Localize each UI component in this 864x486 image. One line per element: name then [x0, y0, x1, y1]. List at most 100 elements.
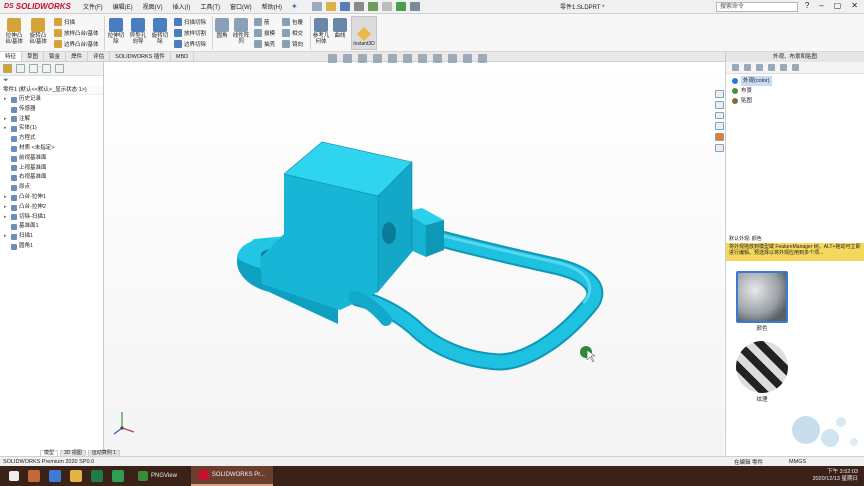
save-icon[interactable] — [339, 2, 350, 11]
tree-item[interactable]: ▸ 历史记录 — [0, 95, 103, 105]
expand-toggle-icon[interactable]: ▸ — [4, 193, 9, 203]
tree-root[interactable]: 零件1 (默认<<默认>_显示状态 1>) — [0, 86, 103, 95]
appearance-tree-item[interactable]: 布景 — [726, 86, 864, 96]
tree-item[interactable]: ▸ 凸台-拉伸2 — [0, 203, 103, 213]
tree-item[interactable]: ▸ 扫描1 — [0, 232, 103, 242]
file-explorer-tab-icon[interactable] — [714, 111, 724, 120]
tree-item[interactable]: ▸ 切除-扫描1 — [0, 213, 103, 223]
new-icon[interactable] — [311, 2, 322, 11]
open-icon[interactable] — [325, 2, 336, 11]
hide-show-items-icon[interactable] — [433, 54, 442, 63]
file-explorer-icon[interactable] — [70, 470, 82, 482]
select-icon[interactable] — [381, 2, 392, 11]
mirror-button[interactable]: 镜向 — [282, 40, 303, 48]
print-icon[interactable] — [353, 2, 364, 11]
search-commands-input[interactable]: 搜索命令 — [716, 2, 798, 12]
system-clock[interactable]: 下午 3:52:03 2020/12/13 星期日 — [812, 469, 858, 483]
minimize-icon[interactable]: – — [819, 1, 823, 10]
hole-wizard-button[interactable]: 异型孔向导 — [128, 18, 148, 45]
excel-icon[interactable] — [91, 470, 103, 482]
tab-features[interactable]: 特征 — [0, 52, 23, 61]
shell-button[interactable]: 抽壳 — [254, 40, 275, 48]
menu-window[interactable]: 窗口(W) — [227, 2, 255, 11]
reference-geometry-button[interactable]: 参考几何体 — [312, 18, 330, 45]
tree-item[interactable]: 传感器 — [0, 105, 103, 115]
edge-icon[interactable] — [49, 470, 61, 482]
search-icon[interactable] — [28, 470, 40, 482]
wrap-button[interactable]: 包覆 — [282, 18, 303, 26]
tab-addins[interactable]: SOLIDWORKS 插件 — [110, 52, 171, 61]
close-icon[interactable]: ✕ — [851, 1, 858, 10]
tree-item[interactable]: 基准面1 — [0, 222, 103, 232]
menu-help[interactable]: 帮助(H) — [259, 2, 285, 11]
tree-item[interactable]: ▸ 注解 — [0, 115, 103, 125]
view-mode-icon[interactable] — [792, 64, 799, 71]
dimxpert-tab-icon[interactable] — [42, 64, 51, 73]
view-settings-icon[interactable] — [478, 54, 487, 63]
add-folder-icon[interactable] — [780, 64, 787, 71]
draft-button[interactable]: 拔模 — [254, 29, 275, 37]
curves-button[interactable]: 曲线 — [332, 18, 348, 39]
dynamic-annotation-icon[interactable] — [388, 54, 397, 63]
fillet-button[interactable]: 圆角 — [214, 18, 230, 39]
texture-swatch[interactable] — [736, 341, 788, 393]
taskbar-app-solidworks[interactable]: SOLIDWORKS Pr... — [190, 466, 273, 486]
forward-icon[interactable] — [744, 64, 751, 71]
tree-item[interactable]: ▸ 实体(1) — [0, 124, 103, 134]
previous-view-icon[interactable] — [358, 54, 367, 63]
instant3d-button[interactable]: Instant3D — [351, 16, 377, 50]
swept-cut-button[interactable]: 扫描切除 — [174, 18, 206, 26]
tree-item[interactable]: 圆角1 — [0, 242, 103, 252]
expand-toggle-icon[interactable]: ▸ — [4, 115, 9, 125]
loft-button[interactable]: 放样凸台/基体 — [54, 29, 99, 37]
taskbar-app-pngview[interactable]: PNGView — [130, 466, 185, 486]
units-selector[interactable]: MMGS — [789, 459, 806, 465]
tree-item[interactable]: 材质 <未指定> — [0, 144, 103, 154]
options-icon[interactable] — [409, 2, 420, 11]
expand-toggle-icon[interactable]: ▸ — [4, 213, 9, 223]
tab-sheet-metal[interactable]: 钣金 — [44, 52, 67, 61]
part-model[interactable] — [104, 62, 724, 456]
sweep-button[interactable]: 扫描 — [54, 18, 75, 26]
menu-file[interactable]: 文件(F) — [80, 2, 106, 11]
windows-start-icon[interactable] — [9, 471, 19, 481]
menu-insert[interactable]: 插入(I) — [170, 2, 194, 11]
expand-toggle-icon[interactable]: ▸ — [4, 95, 9, 105]
linear-pattern-button[interactable]: 线性阵列 — [232, 18, 250, 45]
home-icon[interactable] — [756, 64, 763, 71]
view-orientation-icon[interactable] — [403, 54, 412, 63]
tree-item[interactable]: 原点 — [0, 183, 103, 193]
zoom-to-fit-icon[interactable] — [328, 54, 337, 63]
configuration-manager-tab-icon[interactable] — [29, 64, 38, 73]
appearance-tree-item[interactable]: 外观(color) — [726, 76, 864, 86]
custom-properties-tab-icon[interactable] — [714, 144, 724, 152]
revolved-cut-button[interactable]: 旋转切除 — [150, 18, 170, 45]
menu-edit[interactable]: 编辑(E) — [110, 2, 136, 11]
rebuild-icon[interactable] — [395, 2, 406, 11]
expand-toggle-icon[interactable]: ▸ — [4, 203, 9, 213]
section-view-icon[interactable] — [373, 54, 382, 63]
display-manager-tab-icon[interactable] — [55, 64, 64, 73]
zoom-area-icon[interactable] — [343, 54, 352, 63]
intersect-button[interactable]: 相交 — [282, 29, 303, 37]
tree-item[interactable]: ▸ 凸台-拉伸1 — [0, 193, 103, 203]
tree-item[interactable]: 上视基准面 — [0, 164, 103, 174]
pin-icon[interactable]: ✦ — [291, 2, 298, 11]
design-library-tab-icon[interactable] — [714, 100, 724, 109]
boundary-cut-button[interactable]: 边界切除 — [174, 40, 206, 48]
menu-view[interactable]: 视图(V) — [140, 2, 166, 11]
apply-scene-icon[interactable] — [463, 54, 472, 63]
expand-toggle-icon[interactable]: ▸ — [4, 232, 9, 242]
menu-tools[interactable]: 工具(T) — [197, 2, 223, 11]
rib-button[interactable]: 筋 — [254, 18, 270, 26]
tab-evaluate[interactable]: 评估 — [88, 52, 111, 61]
edit-appearance-icon[interactable] — [448, 54, 457, 63]
color-swatch[interactable] — [736, 271, 788, 323]
view-palette-tab-icon[interactable] — [714, 122, 724, 131]
wechat-icon[interactable] — [112, 470, 124, 482]
extruded-boss-button[interactable]: 拉伸凸台/基体 — [4, 18, 24, 45]
resources-tab-icon[interactable] — [714, 90, 724, 98]
appearances-tab-icon[interactable] — [714, 133, 724, 142]
property-manager-tab-icon[interactable] — [16, 64, 25, 73]
feature-manager-tab-icon[interactable] — [3, 64, 12, 73]
